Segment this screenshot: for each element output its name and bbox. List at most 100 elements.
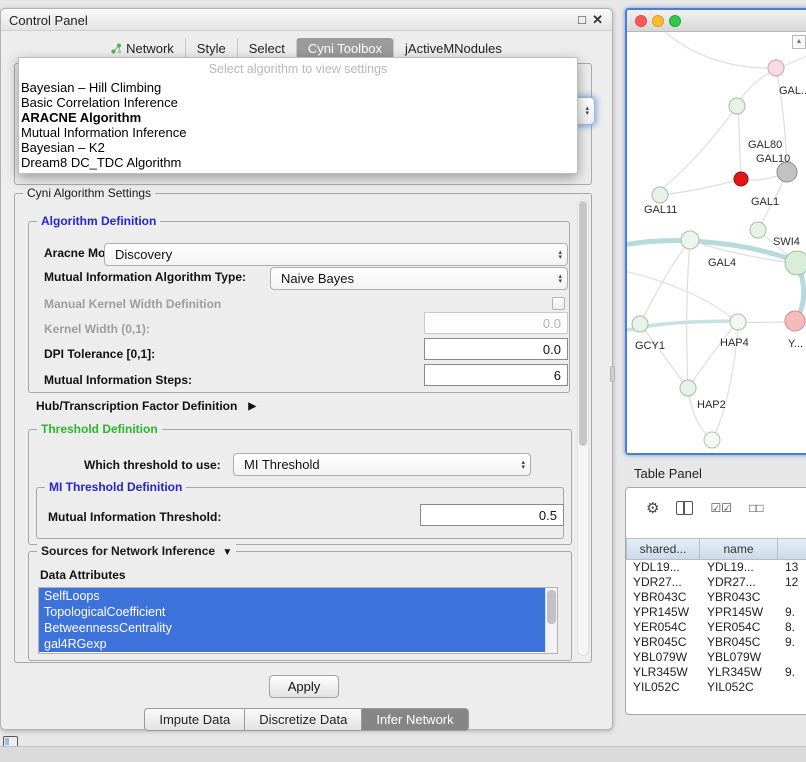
- tab-label: Select: [249, 41, 285, 56]
- network-node[interactable]: [704, 432, 720, 448]
- tab-label: jActiveMNodules: [405, 41, 502, 56]
- table-row[interactable]: YBL079WYBL079W: [626, 650, 806, 665]
- tab-style[interactable]: Style: [185, 38, 237, 59]
- data-attribute-item[interactable]: TopologicalCoefficient: [39, 604, 545, 620]
- table-column-header[interactable]: shared...: [626, 538, 700, 560]
- select-all-icon[interactable]: ☑☑: [710, 501, 732, 515]
- network-node[interactable]: [768, 60, 784, 76]
- table-row[interactable]: YER054CYER054C8.: [626, 620, 806, 635]
- table-row[interactable]: YLR345WYLR345W9.: [626, 665, 806, 680]
- hub-section-toggle[interactable]: Hub/Transcription Factor Definition ▶: [36, 399, 256, 413]
- aracne-mode-select[interactable]: Discovery ▴▾: [104, 243, 568, 266]
- scrollbar-thumb[interactable]: [579, 201, 587, 446]
- network-icon: [111, 43, 122, 54]
- table-cell: YBR043C: [700, 590, 778, 605]
- table-cell: YBL079W: [700, 650, 778, 665]
- table-panel-title: Table Panel: [634, 466, 702, 481]
- data-attributes-listbox[interactable]: SelfLoopsTopologicalCoefficientBetweenne…: [38, 587, 558, 654]
- table-cell: [778, 650, 806, 665]
- table-cell: YBL079W: [626, 650, 700, 665]
- algorithm-option[interactable]: Bayesian – K2: [19, 140, 577, 155]
- algorithm-option[interactable]: Basic Correlation Inference: [19, 95, 577, 110]
- network-node[interactable]: [652, 187, 668, 203]
- table-row[interactable]: YPR145WYPR145W9.: [626, 605, 806, 620]
- network-node[interactable]: [730, 314, 746, 330]
- table-cell: YDL19...: [626, 560, 700, 575]
- table-cell: YDR27...: [700, 575, 778, 590]
- manual-kernel-checkbox[interactable]: [552, 297, 565, 310]
- data-attribute-item[interactable]: BetweennessCentrality: [39, 620, 545, 636]
- network-titlebar[interactable]: [627, 10, 806, 32]
- minimize-button[interactable]: [652, 15, 664, 27]
- table-cell: YER054C: [626, 620, 700, 635]
- bottom-tab-bar: Impute DataDiscretize DataInfer Network: [1, 708, 612, 731]
- data-attribute-item[interactable]: SelfLoops: [39, 588, 545, 604]
- which-threshold-select[interactable]: MI Threshold ▴▾: [233, 453, 531, 476]
- table-cell: [778, 680, 806, 695]
- network-node[interactable]: [734, 172, 748, 186]
- table-column-header[interactable]: name: [700, 538, 778, 560]
- sources-group-title[interactable]: Sources for Network Inference ▼: [37, 544, 236, 558]
- network-canvas[interactable]: GAL...GAL80GAL10GAL11GAL1SWI4GAL4GCY1HAP…: [627, 32, 806, 453]
- table-row[interactable]: YDL19...YDL19...13: [626, 560, 806, 575]
- network-node[interactable]: [729, 98, 745, 114]
- deselect-all-icon[interactable]: □□: [749, 501, 764, 515]
- table-cell: YPR145W: [626, 605, 700, 620]
- table-column-header[interactable]: [778, 538, 806, 560]
- data-attribute-item[interactable]: gal4RGexp: [39, 636, 545, 652]
- tab-cyni-toolbox[interactable]: Cyni Toolbox: [296, 38, 393, 59]
- network-node[interactable]: [785, 251, 806, 275]
- network-node[interactable]: [681, 231, 699, 249]
- table-row[interactable]: YDR27...YDR27...12: [626, 575, 806, 590]
- network-node-label: GAL1: [751, 196, 779, 208]
- mi-threshold-input[interactable]: [420, 504, 564, 526]
- algorithm-option[interactable]: Dream8 DC_TDC Algorithm: [19, 155, 577, 170]
- network-node[interactable]: [777, 162, 797, 182]
- table-row[interactable]: YIL052CYIL052C: [626, 680, 806, 695]
- network-node-label: Y...: [788, 338, 803, 350]
- splitter-handle[interactable]: [610, 366, 615, 382]
- settings-scrollbar[interactable]: [577, 199, 589, 656]
- close-button[interactable]: [635, 15, 647, 27]
- mi-type-select[interactable]: Naive Bayes ▴▾: [270, 267, 568, 290]
- close-window-icon[interactable]: ✕: [592, 12, 603, 28]
- gear-icon[interactable]: ⚙: [646, 499, 659, 517]
- attributes-scrollbar[interactable]: [545, 588, 557, 653]
- mi-steps-input[interactable]: [424, 364, 568, 386]
- table-body: YDL19...YDL19...13YDR27...YDR27...12YBR0…: [626, 560, 806, 695]
- network-node[interactable]: [632, 316, 648, 332]
- network-node[interactable]: [750, 222, 766, 238]
- float-window-icon[interactable]: □: [578, 12, 586, 27]
- algorithm-option[interactable]: Bayesian – Hill Climbing: [19, 80, 577, 95]
- bottom-tab-infer-network[interactable]: Infer Network: [362, 708, 468, 731]
- scroll-up-button[interactable]: ▲: [792, 35, 806, 49]
- table-row[interactable]: YBR045CYBR045C9.: [626, 635, 806, 650]
- table-cell: YBR043C: [626, 590, 700, 605]
- algorithm-option[interactable]: ARACNE Algorithm: [19, 110, 577, 125]
- spinner-down-icon: ▾: [558, 255, 562, 260]
- table-cell: YER054C: [700, 620, 778, 635]
- table-cell: YBR045C: [700, 635, 778, 650]
- network-node-label: SWI4: [773, 236, 800, 248]
- table-row[interactable]: YBR043CYBR043C: [626, 590, 806, 605]
- threshold-definition-title: Threshold Definition: [37, 422, 162, 436]
- dpi-tolerance-input[interactable]: [424, 338, 568, 360]
- tab-jactivemnodules[interactable]: jActiveMNodules: [393, 38, 513, 59]
- columns-icon[interactable]: [676, 501, 693, 515]
- algorithm-option[interactable]: Mutual Information Inference: [19, 125, 577, 140]
- network-node[interactable]: [680, 380, 696, 396]
- bottom-tab-discretize-data[interactable]: Discretize Data: [245, 708, 362, 731]
- kernel-width-input[interactable]: [424, 312, 568, 334]
- bottom-tab-impute-data[interactable]: Impute Data: [144, 708, 245, 731]
- network-node[interactable]: [785, 311, 805, 331]
- table-cell: YIL052C: [626, 680, 700, 695]
- mi-type-value: Naive Bayes: [281, 271, 354, 286]
- control-panel-titlebar[interactable]: Control Panel □ ✕: [1, 9, 612, 31]
- algorithm-dropdown: Select algorithm to view settings Bayesi…: [18, 57, 578, 174]
- tab-select[interactable]: Select: [237, 38, 296, 59]
- hub-section-label: Hub/Transcription Factor Definition: [36, 399, 237, 413]
- apply-button[interactable]: Apply: [269, 675, 339, 698]
- scrollbar-thumb[interactable]: [547, 590, 556, 624]
- tab-network[interactable]: Network: [100, 38, 185, 59]
- zoom-button[interactable]: [669, 15, 681, 27]
